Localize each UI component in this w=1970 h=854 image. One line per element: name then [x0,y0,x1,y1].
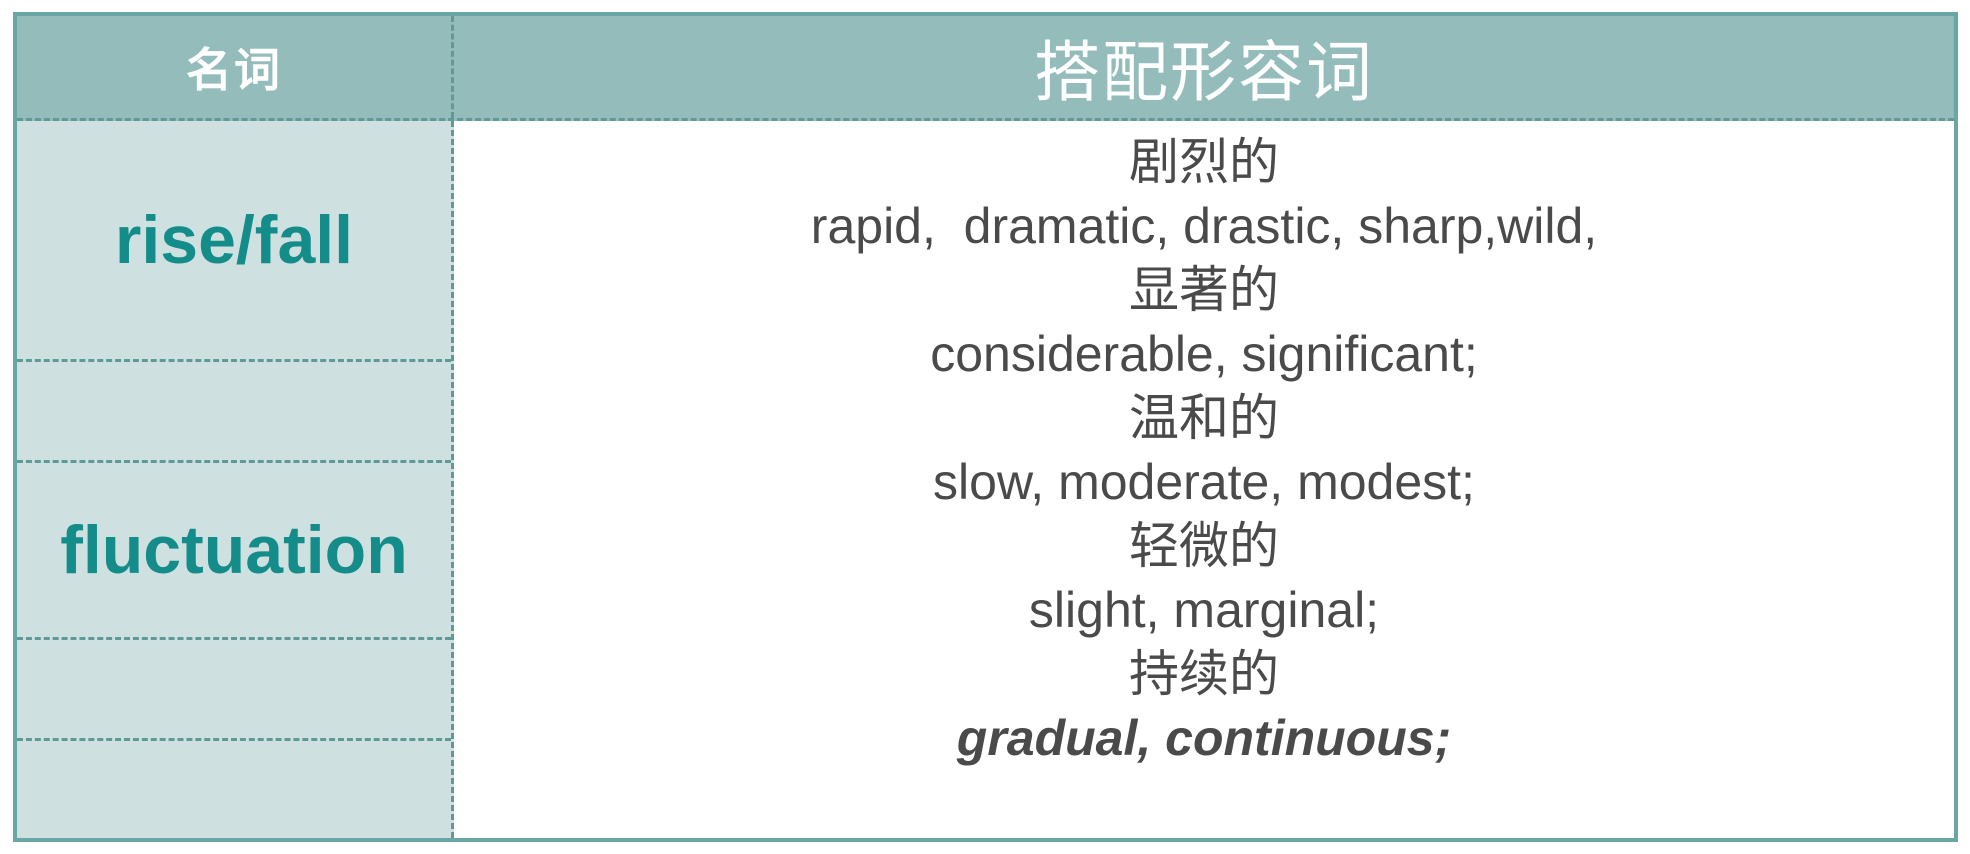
adjective-line: 持续的 [1129,646,1279,702]
adjective-line: 剧烈的 [1129,134,1279,190]
adjective-list: 剧烈的 rapid, dramatic, drastic, sharp,wild… [454,130,1954,770]
table-header: 名词 搭配形容词 [17,16,1954,121]
header-adjectives: 搭配形容词 [1034,35,1374,109]
adjective-line: slow, moderate, modest; [933,454,1475,510]
adjective-line: 温和的 [1129,390,1279,446]
empty-cell [17,640,451,741]
header-noun: 名词 [17,16,454,118]
noun-fluctuation: fluctuation [60,512,408,588]
adjective-line: considerable, significant; [930,326,1478,382]
noun-column: rise/fall fluctuation [17,121,454,838]
empty-cell [17,741,451,842]
adjective-line: slight, marginal; [1028,582,1380,638]
adjective-line: gradual, continuous; [956,710,1452,766]
adjective-line: 轻微的 [1129,518,1279,574]
noun-cell-rise-fall: rise/fall [17,121,451,362]
adjective-line: rapid, dramatic, drastic, sharp,wild, [810,198,1598,254]
adjective-line: 显著的 [1129,262,1279,318]
adjective-column: 剧烈的 rapid, dramatic, drastic, sharp,wild… [454,121,1954,838]
noun-rise-fall: rise/fall [114,202,354,278]
collocation-table: 名词 搭配形容词 rise/fall fluctuation 剧烈的 rapid… [13,12,1958,842]
noun-cell-fluctuation: fluctuation [17,463,451,640]
empty-cell [17,362,451,463]
